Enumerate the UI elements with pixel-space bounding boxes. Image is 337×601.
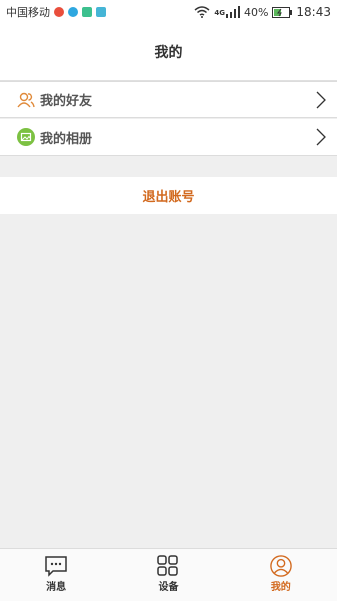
battery-percent: 40%	[243, 5, 269, 19]
app-notification-icon	[96, 7, 106, 17]
menu-item-album[interactable]: 我的相册	[0, 119, 337, 156]
page-header: 我的	[0, 24, 337, 81]
menu-item-label: 我的好友	[40, 94, 93, 109]
tab-label: 消息	[46, 582, 67, 593]
chevron-right-icon	[316, 128, 326, 146]
logout-label: 退出账号	[142, 190, 195, 205]
app-notification-icon	[54, 7, 64, 17]
wifi-icon	[194, 6, 210, 18]
friends-icon	[17, 91, 35, 109]
clock: 18:43	[296, 5, 331, 19]
page-title: 我的	[154, 45, 183, 61]
album-icon	[17, 128, 35, 146]
message-icon	[45, 556, 67, 577]
tab-label: 我的	[270, 582, 291, 593]
tab-label: 设备	[158, 582, 179, 593]
chevron-right-icon	[316, 91, 326, 108]
network-type: 4G	[214, 9, 225, 17]
logout-button[interactable]: 退出账号	[0, 177, 337, 214]
menu-item-friends[interactable]: 我的好友	[0, 81, 337, 118]
tab-profile[interactable]: 我的	[225, 549, 337, 601]
menu-item-label: 我的相册	[40, 131, 93, 147]
bottom-tab-bar: 消息 设备 我的	[0, 548, 337, 601]
status-bar: 中国移动 4G 40% 18:43	[0, 0, 337, 24]
app-notification-icon	[82, 7, 92, 17]
signal-icon	[225, 6, 240, 18]
tab-devices[interactable]: 设备	[112, 549, 224, 601]
devices-icon	[157, 555, 179, 576]
tab-messages[interactable]: 消息	[0, 549, 112, 601]
battery-icon	[272, 6, 293, 18]
app-notification-icon	[68, 7, 78, 17]
profile-icon	[270, 555, 292, 577]
carrier-name: 中国移动	[6, 6, 50, 19]
